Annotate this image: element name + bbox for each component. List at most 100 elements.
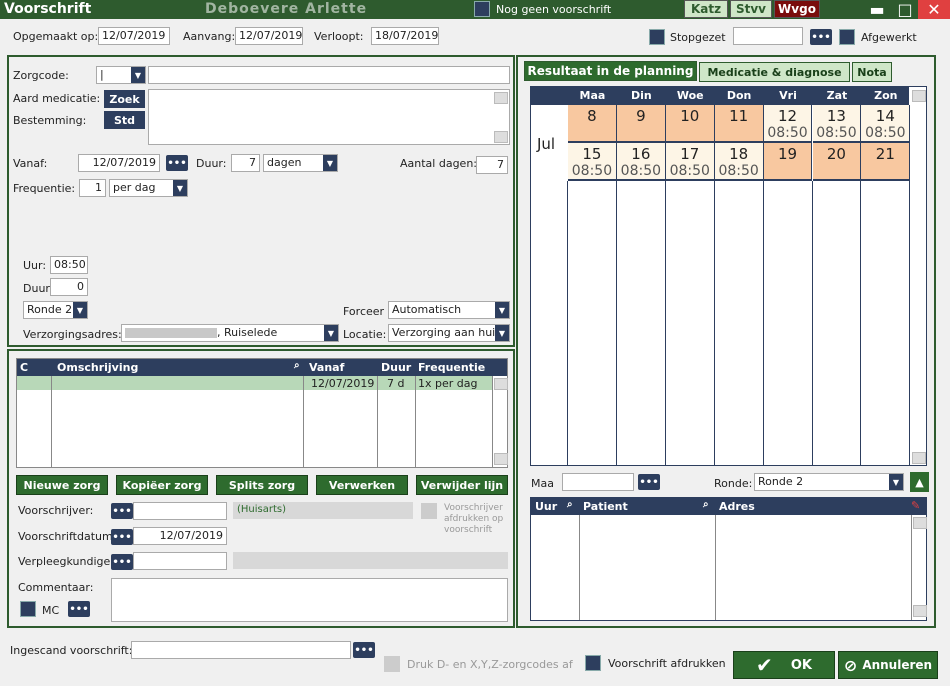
scroll-down-icon[interactable]	[912, 452, 926, 464]
duur2-field[interactable]: 0	[50, 278, 88, 296]
mc-dots-button[interactable]: •••	[68, 601, 90, 617]
col-frequentie[interactable]: Frequentie	[418, 361, 485, 374]
scroll-down-icon[interactable]	[913, 605, 927, 617]
stopgezet-field[interactable]	[733, 27, 803, 45]
voorschrift-afdrukken-checkbox[interactable]	[585, 655, 601, 671]
col-patient[interactable]: Patient	[583, 500, 628, 513]
forceer-select[interactable]: Automatisch ▼	[388, 301, 510, 319]
scroll-up-icon[interactable]	[913, 517, 927, 529]
calendar-day-cell[interactable]: 14 08:50	[861, 105, 911, 143]
opgemaakt-field[interactable]: 12/07/2019	[98, 27, 170, 45]
scroll-down-icon[interactable]	[494, 453, 508, 465]
calendar-day-cell[interactable]: 13 08:50	[812, 105, 862, 143]
duur-unit-select[interactable]: dagen ▼	[263, 154, 338, 172]
col-omschrijving[interactable]: Omschrijving	[57, 361, 138, 374]
expand-up-icon[interactable]: ▲	[910, 472, 929, 492]
verloopt-field[interactable]: 18/07/2019	[371, 27, 439, 45]
calendar-day-cell[interactable]: 9	[616, 105, 666, 143]
uur-label: Uur:	[23, 259, 47, 272]
calendar-day-cell[interactable]: 12 08:50	[763, 105, 813, 143]
calendar-day-cell[interactable]: 17 08:50	[665, 143, 715, 181]
mc-checkbox[interactable]	[20, 601, 36, 617]
zorgcode-description-field[interactable]	[148, 66, 510, 84]
calendar-day-header: Maa	[579, 89, 606, 102]
zorgcode-select[interactable]: | ▼	[96, 66, 146, 84]
verzorgingsadres-select[interactable]: , Ruiselede ▼	[121, 324, 339, 342]
aantal-dagen-field[interactable]: 7	[476, 156, 508, 174]
maximize-icon[interactable]: □	[890, 0, 920, 19]
voorschrijver-field[interactable]	[133, 502, 227, 520]
scroll-down-icon[interactable]	[494, 131, 508, 143]
verwerken-button[interactable]: Verwerken	[316, 475, 408, 495]
kopieer-zorg-button[interactable]: Kopiëer zorg	[116, 475, 208, 495]
table-row[interactable]: 12/07/2019 7 d 1x per dag	[17, 376, 493, 390]
search-icon[interactable]: ⌕	[294, 360, 300, 371]
search-icon[interactable]: ⌕	[703, 499, 709, 510]
uur-field[interactable]: 08:50	[50, 256, 88, 274]
splits-zorg-button[interactable]: Splits zorg	[216, 475, 308, 495]
verwijder-lijn-button[interactable]: Verwijder lijn	[416, 475, 508, 495]
ronde-select[interactable]: Ronde 2 ▼	[23, 301, 88, 319]
verpleegkundige-field[interactable]	[133, 552, 227, 570]
close-icon[interactable]: ✕	[918, 0, 950, 19]
commentaar-textarea[interactable]	[111, 578, 508, 622]
voorschriftdatum-field[interactable]: 12/07/2019	[133, 527, 227, 545]
frequentie-field[interactable]: 1	[79, 179, 106, 197]
afdrukken-op-checkbox[interactable]	[421, 503, 437, 519]
planning-ronde-select[interactable]: Ronde 2 ▼	[754, 473, 904, 491]
col-duur[interactable]: Duur	[381, 361, 411, 374]
frequentie-unit-select[interactable]: per dag ▼	[109, 179, 188, 197]
std-button[interactable]: Std	[104, 111, 145, 129]
ingescand-field[interactable]	[131, 641, 351, 659]
zoek-button[interactable]: Zoek	[104, 90, 145, 108]
vanaf-dots-button[interactable]: •••	[166, 155, 188, 171]
calendar-day-cell[interactable]: 15 08:50	[568, 143, 617, 181]
tab-resultaat-planning[interactable]: Resultaat in de planning	[524, 61, 697, 81]
locatie-select[interactable]: Verzorging aan huis ▼	[388, 324, 510, 342]
voorschriftdatum-dots-button[interactable]: •••	[111, 529, 133, 545]
tab-medicatie-diagnose[interactable]: Medicatie & diagnose	[699, 62, 850, 82]
ingescand-dots-button[interactable]: •••	[353, 642, 375, 658]
pill-icon[interactable]: ✎	[911, 499, 920, 512]
col-vanaf[interactable]: Vanaf	[309, 361, 344, 374]
calendar-day-cell[interactable]: 19	[763, 143, 813, 181]
aanvang-field[interactable]: 12/07/2019	[235, 27, 303, 45]
col-c[interactable]: C	[20, 361, 28, 374]
calendar-day-cell[interactable]: 18 08:50	[714, 143, 764, 181]
aard-medicatie-textarea[interactable]	[148, 89, 510, 145]
afgewerkt-checkbox[interactable]	[839, 29, 855, 45]
katz-button[interactable]: Katz	[684, 0, 728, 18]
planning-maa-field[interactable]	[562, 473, 634, 491]
verpleegkundige-dots-button[interactable]: •••	[111, 554, 133, 570]
aard-label: Aard medicatie:	[13, 92, 101, 105]
scroll-up-icon[interactable]	[494, 378, 508, 390]
col-adres[interactable]: Adres	[719, 500, 755, 513]
col-uur[interactable]: Uur	[535, 500, 557, 513]
calendar-day-cell[interactable]: 20	[812, 143, 862, 181]
planning-maa-dots-button[interactable]: •••	[638, 474, 660, 490]
calendar-day-cell[interactable]: 8	[568, 105, 617, 143]
nieuwe-zorg-button[interactable]: Nieuwe zorg	[16, 475, 108, 495]
scroll-up-icon[interactable]	[494, 92, 508, 104]
minimize-icon[interactable]: ▬	[862, 0, 892, 19]
verpleegkundige-name-field	[233, 552, 508, 569]
col-divider	[715, 515, 716, 620]
calendar-day-cell[interactable]: 10	[665, 105, 715, 143]
calendar-day-cell[interactable]: 21	[861, 143, 911, 181]
calendar-day-cell[interactable]: 11	[714, 105, 764, 143]
search-icon[interactable]: ⌕	[567, 499, 573, 510]
stvv-button[interactable]: Stvv	[730, 0, 772, 18]
duur-field[interactable]: 7	[231, 154, 260, 172]
scroll-up-icon[interactable]	[912, 90, 926, 102]
annuleren-button[interactable]: ⊘ Annuleren	[838, 651, 938, 679]
wvgo-button[interactable]: Wvgo	[774, 0, 820, 18]
calendar-day-cell[interactable]: 16 08:50	[616, 143, 666, 181]
tab-nota[interactable]: Nota	[852, 62, 892, 82]
druk-codes-checkbox[interactable]	[384, 656, 400, 672]
ok-button[interactable]: ✔ OK	[733, 651, 835, 679]
nog-geen-checkbox[interactable]	[474, 1, 490, 17]
stopgezet-dots-button[interactable]: •••	[810, 29, 832, 45]
vanaf-field[interactable]: 12/07/2019	[78, 154, 160, 172]
voorschrijver-dots-button[interactable]: •••	[111, 503, 133, 519]
stopgezet-checkbox[interactable]	[649, 29, 665, 45]
